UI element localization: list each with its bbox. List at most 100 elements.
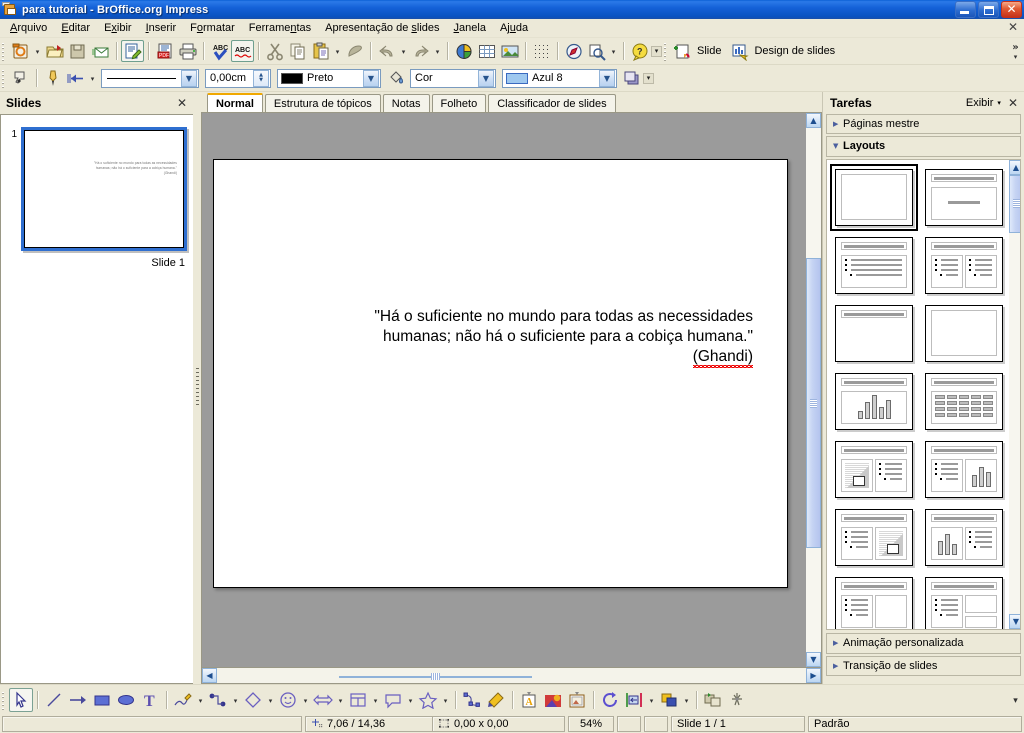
horizontal-scroll-thumb[interactable] <box>339 673 532 680</box>
standard-toolbar-more-icon[interactable]: ▾ <box>651 45 662 57</box>
curve-tool-icon[interactable] <box>171 688 195 712</box>
layouts-vertical-scrollbar[interactable]: ▲ ▼ <box>1009 159 1020 629</box>
tab-estrutura-de-topicos[interactable]: Estrutura de tópicos <box>264 94 381 112</box>
status-modified-indicator[interactable] <box>617 715 641 732</box>
tasks-section-slide-transition[interactable]: ▶ Transição de slides <box>826 655 1021 677</box>
from-file-tool-icon[interactable] <box>541 688 565 712</box>
layout-chart-bullets[interactable] <box>925 508 1003 566</box>
slide-list-item[interactable]: 1 "Há o suficiente no mundo para todas a… <box>1 115 193 251</box>
layout-title-chart[interactable] <box>835 372 913 430</box>
spellcheck-icon[interactable]: ABC <box>208 40 231 62</box>
curve-dropdown-icon[interactable]: ▾ <box>195 690 206 710</box>
new-document-dropdown-icon[interactable]: ▾ <box>32 41 43 61</box>
symbol-shapes-dropdown-icon[interactable]: ▾ <box>300 690 311 710</box>
export-pdf-icon[interactable]: PDF <box>153 40 176 62</box>
line-color-value[interactable]: Preto <box>307 72 363 84</box>
layout-centered-text[interactable] <box>925 304 1003 362</box>
layout-bullets-two-objects[interactable] <box>925 576 1003 629</box>
scroll-up-icon[interactable]: ▲ <box>806 113 821 128</box>
area-fill-value[interactable]: Azul 8 <box>532 72 599 84</box>
fill-bucket-icon[interactable] <box>384 67 407 89</box>
tasks-section-custom-animation[interactable]: ▶ Animação personalizada <box>826 632 1021 654</box>
slide-thumbnail[interactable]: "Há o suficiente no mundo para todas as … <box>21 127 187 251</box>
send-email-icon[interactable] <box>89 40 112 62</box>
canvas-horizontal-scrollbar[interactable]: ◀ ▶ <box>201 668 822 684</box>
stars-tool-icon[interactable] <box>416 688 440 712</box>
tab-classificador-de-slides[interactable]: Classificador de slides <box>488 94 616 112</box>
undo-dropdown-icon[interactable]: ▾ <box>398 41 409 61</box>
menu-formatar[interactable]: Formatar <box>183 20 242 37</box>
autospellcheck-icon[interactable]: ABC <box>231 40 254 62</box>
scroll-right-icon[interactable]: ▶ <box>806 668 821 683</box>
connector-dropdown-icon[interactable]: ▾ <box>230 690 241 710</box>
slide-design-icon[interactable] <box>728 40 751 62</box>
rectangle-tool-icon[interactable] <box>90 688 114 712</box>
text-tool-icon[interactable]: T <box>138 688 162 712</box>
flowchart-tool-icon[interactable] <box>346 688 370 712</box>
connector-tool-icon[interactable] <box>206 688 230 712</box>
tasks-section-layouts[interactable]: ▼ Layouts <box>826 136 1021 157</box>
vertical-scroll-track[interactable] <box>806 128 821 652</box>
presentation-toolbar-grip[interactable] <box>663 41 668 61</box>
layouts-scroll-down-icon[interactable]: ▼ <box>1009 613 1020 629</box>
help-icon[interactable]: ? <box>628 40 651 62</box>
menu-janela[interactable]: Janela <box>447 20 493 37</box>
layout-clipart-bullets[interactable] <box>835 440 913 498</box>
layouts-scroll-track[interactable] <box>1009 174 1020 614</box>
basic-shapes-dropdown-icon[interactable]: ▾ <box>265 690 276 710</box>
open-document-icon[interactable] <box>43 40 66 62</box>
layout-title-bullets[interactable] <box>835 236 913 294</box>
callout-dropdown-icon[interactable]: ▾ <box>405 690 416 710</box>
area-style-chevron-down-icon[interactable]: ▼ <box>478 69 494 87</box>
fontwork-tool-icon[interactable]: A <box>517 688 541 712</box>
effects-tool-icon[interactable] <box>725 688 749 712</box>
new-slide-label[interactable]: Slide <box>694 45 728 57</box>
line-color-combo[interactable]: Preto ▼ <box>277 68 381 88</box>
line-color-chevron-down-icon[interactable]: ▼ <box>363 69 379 87</box>
block-arrows-tool-icon[interactable] <box>311 688 335 712</box>
save-document-icon[interactable] <box>66 40 89 62</box>
shadow-button-icon[interactable] <box>620 67 643 89</box>
canvas-vertical-scrollbar[interactable]: ▲ ▼ <box>805 113 821 667</box>
paste-icon[interactable] <box>309 40 332 62</box>
area-style-value[interactable]: Cor <box>411 72 478 84</box>
tasks-view-chevron-down-icon[interactable]: ▾ <box>996 99 1006 107</box>
menu-inserir[interactable]: Inserir <box>139 20 184 37</box>
layout-bullets-object[interactable] <box>835 576 913 629</box>
clone-formatting-icon[interactable] <box>343 40 366 62</box>
toolbar-overflow-icon[interactable]: » ▾ <box>1009 40 1022 62</box>
block-arrows-dropdown-icon[interactable]: ▾ <box>335 690 346 710</box>
copy-icon[interactable] <box>286 40 309 62</box>
ellipse-tool-icon[interactable] <box>114 688 138 712</box>
new-slide-icon[interactable] <box>671 40 694 62</box>
line-toolbar-more-icon[interactable]: ▾ <box>643 72 654 84</box>
selection-tool-icon[interactable] <box>9 687 33 712</box>
drawing-toolbar-grip[interactable] <box>1 689 6 710</box>
redo-dropdown-icon[interactable]: ▾ <box>432 41 443 61</box>
insert-table-icon[interactable] <box>475 40 498 62</box>
menu-exibir[interactable]: Exibir <box>97 20 139 37</box>
status-style-field[interactable] <box>2 715 302 732</box>
tasks-view-button[interactable]: Exibir <box>966 97 997 109</box>
tab-notas[interactable]: Notas <box>382 94 430 112</box>
menu-editar[interactable]: Editar <box>54 20 97 37</box>
drawing-toolbar-overflow-icon[interactable]: ▾ <box>1009 689 1022 711</box>
interaction-tool-icon[interactable] <box>701 688 725 712</box>
insert-image-icon[interactable] <box>498 40 521 62</box>
line-width-value[interactable]: 0,00cm <box>206 72 253 84</box>
tab-folheto[interactable]: Folheto <box>431 94 487 112</box>
slides-pane-close-icon[interactable]: ✕ <box>175 96 189 110</box>
slide-design-label[interactable]: Design de slides <box>751 45 842 57</box>
stars-dropdown-icon[interactable]: ▾ <box>440 690 451 710</box>
line-width-stepper-icon[interactable]: ▲ ▼ <box>253 69 269 87</box>
layouts-gallery[interactable]: ▲ ▼ <box>826 158 1021 630</box>
vertical-scroll-thumb[interactable] <box>806 258 821 548</box>
arrange-tool-icon[interactable] <box>657 688 681 712</box>
tasks-pane-close-icon[interactable]: ✕ <box>1006 96 1020 110</box>
status-cursor-position[interactable]: 7,06 / 14,36 <box>305 715 433 732</box>
arrow-style-dropdown-icon[interactable]: ▾ <box>87 68 98 88</box>
edit-file-icon[interactable] <box>121 40 144 62</box>
line-tool-icon[interactable] <box>42 688 66 712</box>
tab-normal[interactable]: Normal <box>207 93 263 112</box>
status-slide-indicator[interactable]: Slide 1 / 1 <box>671 715 805 732</box>
